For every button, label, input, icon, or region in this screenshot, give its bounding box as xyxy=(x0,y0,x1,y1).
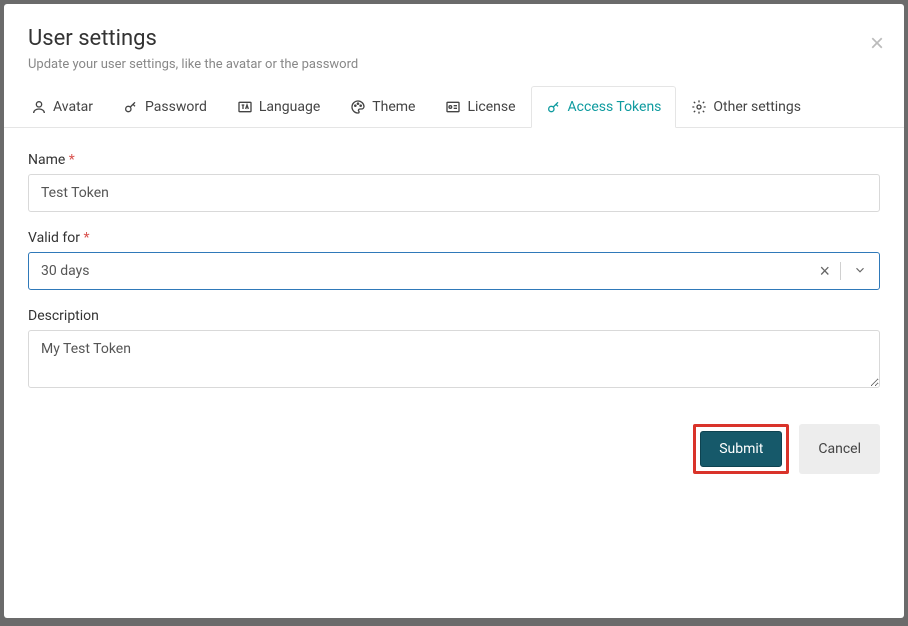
name-group: Name * xyxy=(28,152,880,212)
tab-access-tokens[interactable]: Access Tokens xyxy=(531,86,677,128)
page-subtitle: Update your user settings, like the avat… xyxy=(28,57,880,72)
license-icon xyxy=(445,99,461,115)
page-title: User settings xyxy=(28,26,880,51)
user-icon xyxy=(31,99,47,115)
access-token-form: Name * Valid for * 30 days × xyxy=(4,128,904,392)
name-field[interactable] xyxy=(28,174,880,212)
close-icon: × xyxy=(819,261,830,281)
clear-select-button[interactable]: × xyxy=(809,262,841,280)
button-row: Submit Cancel xyxy=(4,410,904,474)
submit-button[interactable]: Submit xyxy=(700,431,782,467)
required-mark: * xyxy=(83,230,89,246)
required-mark: * xyxy=(69,152,75,168)
close-button[interactable]: × xyxy=(870,32,884,56)
valid-for-group: Valid for * 30 days × xyxy=(28,230,880,290)
dropdown-toggle[interactable] xyxy=(841,263,879,280)
chevron-down-icon xyxy=(853,263,867,280)
tab-label: Avatar xyxy=(53,99,93,115)
valid-for-select[interactable]: 30 days × xyxy=(28,252,880,290)
description-group: Description xyxy=(28,308,880,392)
modal-header: User settings Update your user settings,… xyxy=(4,4,904,86)
user-settings-modal: × User settings Update your user setting… xyxy=(4,4,904,618)
palette-icon xyxy=(350,99,366,115)
language-icon xyxy=(237,99,253,115)
tab-label: License xyxy=(467,99,515,115)
cancel-button[interactable]: Cancel xyxy=(799,424,880,474)
gear-icon xyxy=(691,99,707,115)
tab-license[interactable]: License xyxy=(430,86,530,127)
key-icon xyxy=(123,99,139,115)
tab-label: Other settings xyxy=(713,99,801,115)
select-value: 30 days xyxy=(29,253,809,289)
description-field[interactable] xyxy=(28,330,880,388)
tab-label: Access Tokens xyxy=(568,99,662,115)
tab-label: Password xyxy=(145,99,207,115)
description-label: Description xyxy=(28,308,880,324)
valid-for-label: Valid for * xyxy=(28,230,880,246)
tab-avatar[interactable]: Avatar xyxy=(16,86,108,127)
tab-other-settings[interactable]: Other settings xyxy=(676,86,816,127)
tab-password[interactable]: Password xyxy=(108,86,222,127)
tab-label: Theme xyxy=(372,99,415,115)
name-label: Name * xyxy=(28,152,880,168)
close-icon: × xyxy=(870,30,884,57)
tab-label: Language xyxy=(259,99,320,115)
submit-highlight-box: Submit xyxy=(693,424,789,474)
tab-theme[interactable]: Theme xyxy=(335,86,430,127)
tabs-nav: Avatar Password Language Theme License xyxy=(4,86,904,128)
key-icon xyxy=(546,99,562,115)
tab-language[interactable]: Language xyxy=(222,86,335,127)
